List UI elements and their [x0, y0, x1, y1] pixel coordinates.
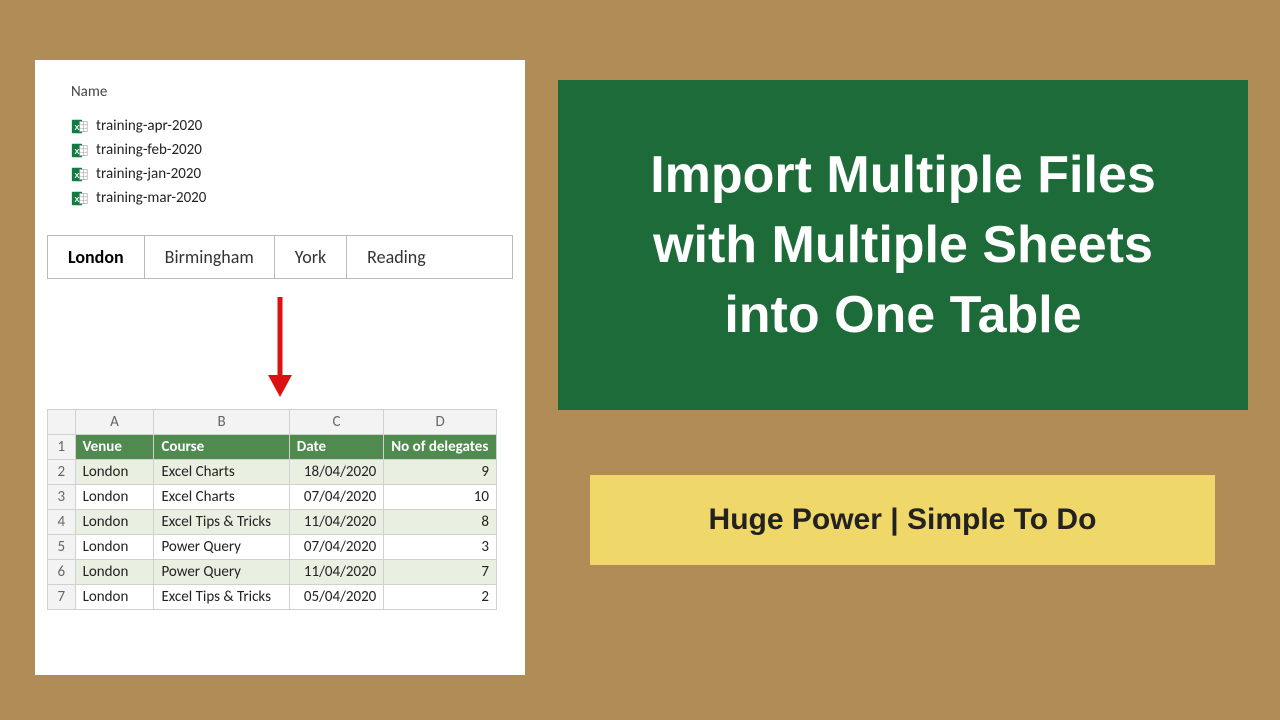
- cell[interactable]: London: [75, 485, 154, 510]
- row-header[interactable]: 4: [48, 510, 76, 535]
- tab-york[interactable]: York: [275, 236, 347, 278]
- cell[interactable]: Power Query: [154, 535, 289, 560]
- tab-london[interactable]: London: [48, 236, 145, 278]
- cell[interactable]: 10: [384, 485, 497, 510]
- column-header[interactable]: D: [384, 410, 497, 435]
- subtitle-card: Huge Power | Simple To Do: [590, 475, 1215, 565]
- file-item[interactable]: X training-apr-2020: [71, 117, 513, 135]
- spreadsheet: A B C D 1 Venue Course Date No of delega…: [47, 409, 497, 610]
- title-card: Import Multiple Files with Multiple Shee…: [558, 80, 1248, 410]
- file-list-column-header: Name: [71, 83, 513, 101]
- cell[interactable]: Excel Tips & Tricks: [154, 510, 289, 535]
- excel-file-icon: X: [71, 142, 88, 159]
- file-list: X training-apr-2020 X training-feb-2020 …: [71, 117, 513, 207]
- column-header[interactable]: B: [154, 410, 289, 435]
- cell[interactable]: Excel Charts: [154, 460, 289, 485]
- title-line: into One Table: [724, 286, 1081, 344]
- select-all-corner[interactable]: [48, 410, 76, 435]
- cell[interactable]: 11/04/2020: [289, 560, 384, 585]
- row-header[interactable]: 5: [48, 535, 76, 560]
- cell[interactable]: 9: [384, 460, 497, 485]
- excel-file-icon: X: [71, 190, 88, 207]
- cell[interactable]: 2: [384, 585, 497, 610]
- cell[interactable]: 8: [384, 510, 497, 535]
- row-header[interactable]: 6: [48, 560, 76, 585]
- column-header[interactable]: A: [75, 410, 154, 435]
- table-header-cell[interactable]: Course: [154, 435, 289, 460]
- cell[interactable]: London: [75, 585, 154, 610]
- cell[interactable]: London: [75, 510, 154, 535]
- cell[interactable]: 18/04/2020: [289, 460, 384, 485]
- table-header-cell[interactable]: No of delegates: [384, 435, 497, 460]
- title-line: Import Multiple Files: [650, 146, 1156, 204]
- left-panel: Name X training-apr-2020 X training-feb-…: [35, 60, 525, 675]
- table-header-cell[interactable]: Date: [289, 435, 384, 460]
- cell[interactable]: 11/04/2020: [289, 510, 384, 535]
- cell[interactable]: 07/04/2020: [289, 485, 384, 510]
- cell[interactable]: 3: [384, 535, 497, 560]
- row-header[interactable]: 2: [48, 460, 76, 485]
- cell[interactable]: London: [75, 460, 154, 485]
- svg-text:X: X: [74, 194, 80, 203]
- cell[interactable]: Excel Tips & Tricks: [154, 585, 289, 610]
- title-line: with Multiple Sheets: [653, 216, 1153, 274]
- tab-reading[interactable]: Reading: [347, 236, 512, 278]
- file-item[interactable]: X training-mar-2020: [71, 189, 513, 207]
- cell[interactable]: 07/04/2020: [289, 535, 384, 560]
- sheet-tabs: London Birmingham York Reading: [47, 235, 513, 279]
- row-header[interactable]: 3: [48, 485, 76, 510]
- svg-text:X: X: [74, 170, 80, 179]
- arrow-down-icon: [47, 297, 513, 397]
- excel-file-icon: X: [71, 166, 88, 183]
- file-name: training-mar-2020: [96, 189, 206, 207]
- excel-file-icon: X: [71, 118, 88, 135]
- file-name: training-feb-2020: [96, 141, 202, 159]
- column-header[interactable]: C: [289, 410, 384, 435]
- row-header[interactable]: 1: [48, 435, 76, 460]
- row-header[interactable]: 7: [48, 585, 76, 610]
- cell[interactable]: London: [75, 535, 154, 560]
- svg-text:X: X: [74, 146, 80, 155]
- file-item[interactable]: X training-jan-2020: [71, 165, 513, 183]
- subtitle-text: Huge Power | Simple To Do: [709, 503, 1097, 537]
- file-item[interactable]: X training-feb-2020: [71, 141, 513, 159]
- cell[interactable]: 7: [384, 560, 497, 585]
- tab-birmingham[interactable]: Birmingham: [145, 236, 275, 278]
- cell[interactable]: 05/04/2020: [289, 585, 384, 610]
- cell[interactable]: London: [75, 560, 154, 585]
- file-name: training-jan-2020: [96, 165, 201, 183]
- svg-text:X: X: [74, 122, 80, 131]
- table-header-cell[interactable]: Venue: [75, 435, 154, 460]
- cell[interactable]: Excel Charts: [154, 485, 289, 510]
- file-name: training-apr-2020: [96, 117, 202, 135]
- cell[interactable]: Power Query: [154, 560, 289, 585]
